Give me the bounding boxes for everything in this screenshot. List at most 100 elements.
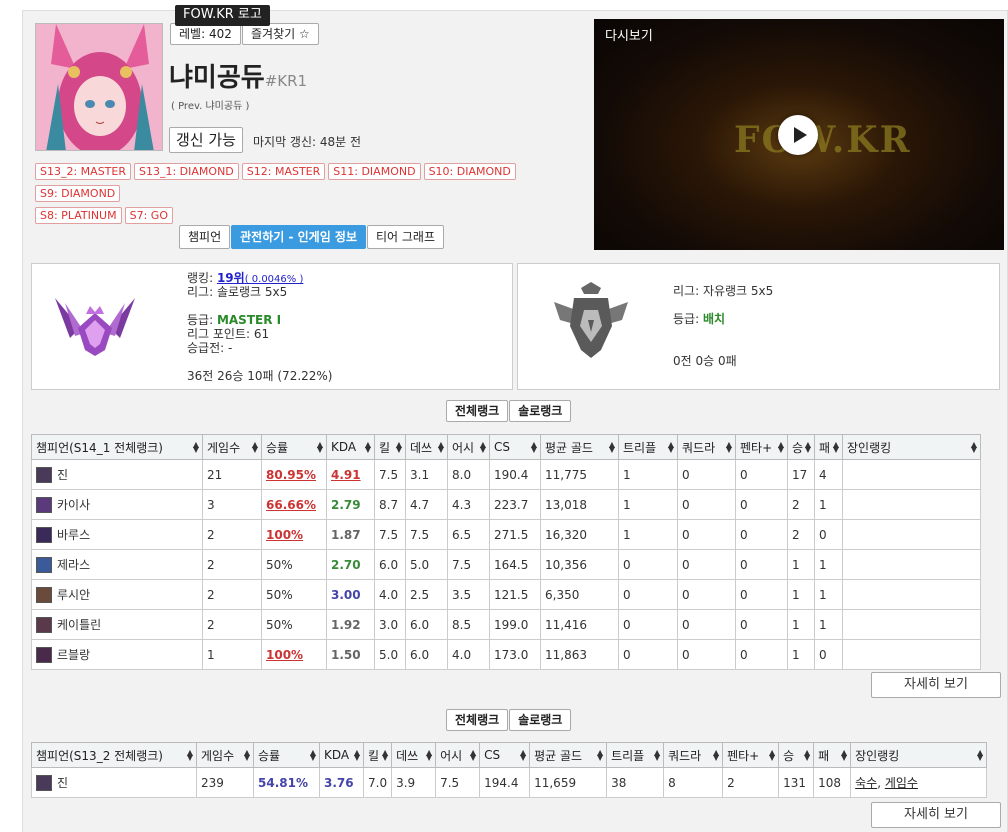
stat-wr[interactable]: 100% <box>266 648 303 662</box>
stat-kda: 1.50 <box>331 647 361 662</box>
stat-triple: 0 <box>623 587 631 602</box>
sort-icon: ▲ ▼ <box>316 440 323 454</box>
stat-games: 2 <box>207 527 215 542</box>
stat-cell: 0 <box>677 519 736 550</box>
column-header[interactable]: 어시 ▲ ▼ <box>435 742 481 768</box>
column-header[interactable]: 킬 ▲ ▼ <box>362 742 393 768</box>
table-row[interactable]: 케이틀린 2 50% 1.92 3.0 6.0 8.5 199.0 11,416 0 0 0 1 1 <box>31 609 981 640</box>
column-header[interactable]: 트리플 ▲ ▼ <box>618 434 678 460</box>
tab-champion[interactable]: 챔피언 <box>179 225 231 249</box>
column-header[interactable]: 평균 골드 ▲ ▼ <box>529 742 608 768</box>
sort-icon: ▲ ▼ <box>970 440 977 454</box>
champion-cell: 진 <box>31 767 197 798</box>
mastery-rank-link[interactable]: 숙수 <box>855 776 877 790</box>
column-header[interactable]: 트리플 ▲ ▼ <box>606 742 665 768</box>
column-header[interactable]: CS ▲ ▼ <box>479 742 531 768</box>
favorite-button[interactable]: 즐겨찾기 ☆ <box>242 23 319 45</box>
column-header[interactable]: 데쓰 ▲ ▼ <box>391 742 437 768</box>
all-rank-button[interactable]: 전체랭크 <box>446 709 509 731</box>
column-header[interactable]: 데쓰 ▲ ▼ <box>405 434 448 460</box>
stat-cell: 1 <box>787 609 815 640</box>
table-row[interactable]: 르블랑 1 100% 1.50 5.0 6.0 4.0 173.0 11,863 0 0 0 1 0 <box>31 639 981 670</box>
column-header[interactable]: 패 ▲ ▼ <box>813 742 852 768</box>
column-header[interactable]: 승률 ▲ ▼ <box>261 434 327 460</box>
renew-button[interactable]: 갱신 가능 <box>169 127 243 153</box>
column-header[interactable]: 쿼드라 ▲ ▼ <box>677 434 736 460</box>
column-header[interactable]: 어시 ▲ ▼ <box>447 434 490 460</box>
stat-cell: 1 <box>618 459 678 490</box>
video-watermark: FOW.KR <box>734 119 912 161</box>
stat-k: 5.0 <box>379 647 399 662</box>
stat-cell: 6.0 <box>405 639 448 670</box>
all-rank-button[interactable]: 전체랭크 <box>446 400 509 422</box>
tab-tier-graph[interactable]: 티어 그래프 <box>367 225 445 249</box>
stat-wr: 50% <box>266 587 293 602</box>
stat-cell: 1 <box>814 489 843 520</box>
table-row[interactable]: 진 239 54.81% 3.76 7.0 3.9 7.5 194.4 11,659 38 8 2 13… <box>31 767 988 798</box>
stat-kda: 1.92 <box>331 617 361 632</box>
column-header[interactable]: KDA ▲ ▼ <box>326 434 375 460</box>
play-icon[interactable] <box>778 115 818 155</box>
column-header[interactable]: 펜타+ ▲ ▼ <box>735 434 788 460</box>
tab-spectate[interactable]: 관전하기 - 인게임 정보 <box>231 225 366 249</box>
solo-rank-button[interactable]: 솔로랭크 <box>509 709 572 731</box>
sort-icon: ▲ ▼ <box>192 440 199 454</box>
ranking-link[interactable]: 19위( 0.0046% ) <box>217 271 303 285</box>
champion-icon <box>36 587 52 604</box>
sort-icon: ▲ ▼ <box>381 748 389 762</box>
column-header[interactable]: 킬 ▲ ▼ <box>374 434 406 460</box>
column-header-label: 평균 골드 <box>534 748 583 763</box>
champion-stats-table: 챔피언(S14_1 전체랭크) ▲ ▼ 게임수 ▲ ▼ 승률 ▲ ▼ KDA ▲ ▼ 킬 ▲ ▼ 데쓰 ▲ ▼ 어시… <box>31 434 981 670</box>
column-header[interactable]: 평균 골드 ▲ ▼ <box>540 434 619 460</box>
mastery-rank-cell <box>842 519 981 550</box>
stat-cell: 0 <box>735 639 788 670</box>
more-button[interactable]: 자세히 보기 <box>871 802 1001 828</box>
stat-cell: 8.7 <box>374 489 406 520</box>
stat-cell: 3.00 <box>326 579 375 610</box>
stat-l: 108 <box>818 775 841 790</box>
table-row[interactable]: 바루스 2 100% 1.87 7.5 7.5 6.5 271.5 16,320 1 0 0 2 0 <box>31 519 981 550</box>
column-header[interactable]: 쿼드라 ▲ ▼ <box>663 742 724 768</box>
column-header[interactable]: 승 ▲ ▼ <box>778 742 815 768</box>
stat-cell: 0 <box>735 489 788 520</box>
stat-w: 1 <box>792 617 800 632</box>
column-header[interactable]: KDA ▲ ▼ <box>319 742 364 768</box>
stat-kda[interactable]: 4.91 <box>331 468 361 482</box>
column-header[interactable]: 장인랭킹 ▲ ▼ <box>842 434 981 460</box>
column-header[interactable]: 장인랭킹 ▲ ▼ <box>850 742 988 768</box>
column-header[interactable]: 패 ▲ ▼ <box>814 434 843 460</box>
stat-wr[interactable]: 100% <box>266 528 303 542</box>
column-header[interactable]: CS ▲ ▼ <box>489 434 541 460</box>
column-header-label: CS <box>484 748 501 762</box>
stat-cell: 1 <box>814 579 843 610</box>
stat-wr[interactable]: 80.95% <box>266 468 316 482</box>
sort-icon: ▲ ▼ <box>395 440 402 454</box>
stat-cell: 1 <box>787 549 815 580</box>
column-header[interactable]: 펜타+ ▲ ▼ <box>722 742 780 768</box>
table-row[interactable]: 루시안 2 50% 3.00 4.0 2.5 3.5 121.5 6,350 0 0 0 1 1 <box>31 579 981 610</box>
stat-k: 7.0 <box>368 775 388 790</box>
table-row[interactable]: 카이사 3 66.66% 2.79 8.7 4.7 4.3 223.7 13,018 1 0 0 2 1 <box>31 489 981 520</box>
replay-video[interactable]: 다시보기 FOW.KR <box>594 19 1004 250</box>
more-button[interactable]: 자세히 보기 <box>871 672 1001 698</box>
champion-cell: 카이사 <box>31 489 203 520</box>
stat-cs: 164.5 <box>494 557 529 572</box>
column-header[interactable]: 승 ▲ ▼ <box>787 434 815 460</box>
champion-icon <box>36 775 52 792</box>
column-header[interactable]: 게임수 ▲ ▼ <box>202 434 262 460</box>
column-header[interactable]: 승률 ▲ ▼ <box>253 742 320 768</box>
table-row[interactable]: 진 21 80.95% 4.91 7.5 3.1 8.0 190.4 11,775 1 0 0 17 4 <box>31 459 981 490</box>
sort-icon: ▲ ▼ <box>186 748 193 762</box>
column-header[interactable]: 게임수 ▲ ▼ <box>196 742 254 768</box>
solo-rank-button[interactable]: 솔로랭크 <box>509 400 572 422</box>
mastery-games-link[interactable]: 게임수 <box>885 776 918 790</box>
column-header[interactable]: 챔피언(S14_1 전체랭크) ▲ ▼ <box>31 434 203 460</box>
stat-wr[interactable]: 66.66% <box>266 498 316 512</box>
column-header[interactable]: 챔피언(S13_2 전체랭크) ▲ ▼ <box>31 742 197 768</box>
stat-cell: 11,659 <box>529 767 608 798</box>
tier-badge: S13_2: MASTER <box>35 163 131 180</box>
table-row[interactable]: 제라스 2 50% 2.70 6.0 5.0 7.5 164.5 10,356 0 0 0 1 1 <box>31 549 981 580</box>
stat-a: 7.5 <box>440 775 460 790</box>
column-header-label: 어시 <box>440 748 463 763</box>
stat-penta: 0 <box>740 467 748 482</box>
